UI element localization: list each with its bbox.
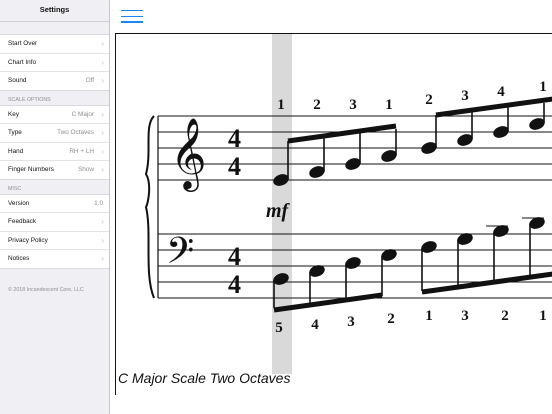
chevron-right-icon: › xyxy=(101,165,104,174)
sheet-music-view: 𝄞 𝄢 4 4 4 4 1 2 3 1 2 3 4 1 5 4 3 2 1 3 … xyxy=(115,33,552,397)
finger-number: 5 xyxy=(275,320,283,336)
settings-header: Settings xyxy=(0,0,109,22)
version-label: Version xyxy=(8,199,30,207)
finger-number: 1 xyxy=(539,79,547,95)
finger-number: 1 xyxy=(277,97,285,113)
key-label: Key xyxy=(8,110,20,118)
chart-info-row[interactable]: Chart Info › xyxy=(0,54,109,72)
finger-numbers-value: Show xyxy=(78,166,94,173)
settings-sidebar: Settings Start Over › Chart Info › Sound… xyxy=(0,0,110,414)
chart-info-label: Chart Info xyxy=(8,58,37,66)
feedback-label: Feedback xyxy=(8,218,37,225)
treble-time-sig-top: 4 xyxy=(228,124,241,153)
type-value: Two Octaves xyxy=(57,129,94,136)
finger-number: 4 xyxy=(497,84,505,100)
sound-value: Off xyxy=(85,77,94,84)
finger-number: 1 xyxy=(539,308,547,324)
chevron-right-icon: › xyxy=(101,39,104,48)
copyright-text: © 2018 Incandescent Core, LLC xyxy=(8,286,84,293)
hand-label: Hand xyxy=(8,147,24,155)
treble-staff-lines xyxy=(158,115,552,181)
chevron-right-icon: › xyxy=(101,109,104,119)
settings-title: Settings xyxy=(39,5,70,14)
sound-row[interactable]: Sound Off › xyxy=(0,72,109,90)
finger-number: 3 xyxy=(461,88,469,104)
hand-row[interactable]: Hand RH + LH › xyxy=(0,143,109,161)
finger-number: 2 xyxy=(501,308,509,324)
notices-row[interactable]: Notices › xyxy=(0,250,109,268)
key-row[interactable]: Key C Major › xyxy=(0,106,109,124)
sound-label: Sound xyxy=(8,77,27,84)
finger-number: 4 xyxy=(311,317,319,333)
chevron-right-icon: › xyxy=(101,217,104,226)
notices-label: Notices xyxy=(8,255,30,262)
bass-time-sig-top: 4 xyxy=(228,242,241,271)
dynamic-marking: mf xyxy=(266,200,291,222)
version-value: 1.0 xyxy=(94,199,103,207)
bottom-bar xyxy=(110,395,552,414)
feedback-row[interactable]: Feedback › xyxy=(0,213,109,232)
misc-group: Version 1.0 Feedback › Privacy Policy › … xyxy=(0,193,109,269)
scale-options-group: Key C Major › Type Two Octaves › Hand RH… xyxy=(0,104,109,180)
treble-clef-icon: 𝄞 xyxy=(170,116,207,192)
type-label: Type xyxy=(8,129,22,136)
chevron-right-icon: › xyxy=(101,128,104,137)
bass-notes xyxy=(273,217,552,313)
finger-number: 3 xyxy=(349,97,357,113)
bass-time-sig-bottom: 4 xyxy=(228,270,241,299)
finger-number: 3 xyxy=(461,308,469,324)
scale-options-header: SCALE OPTIONS xyxy=(8,96,51,103)
finger-numbers-row[interactable]: Finger Numbers Show › xyxy=(0,161,109,179)
finger-number: 1 xyxy=(425,308,433,324)
chevron-right-icon: › xyxy=(101,76,104,85)
bass-clef-icon: 𝄢 xyxy=(166,230,194,281)
chevron-right-icon: › xyxy=(101,57,104,67)
bass-finger-numbers: 5 4 3 2 1 3 2 1 xyxy=(275,308,547,336)
type-row[interactable]: Type Two Octaves › xyxy=(0,124,109,143)
finger-number: 2 xyxy=(387,311,395,327)
key-value: C Major xyxy=(71,110,94,118)
finger-number: 1 xyxy=(385,97,393,113)
general-settings-group: Start Over › Chart Info › Sound Off › xyxy=(0,34,109,91)
main-panel: 𝄞 𝄢 4 4 4 4 1 2 3 1 2 3 4 1 5 4 3 2 1 3 … xyxy=(110,0,552,414)
scale-caption: C Major Scale Two Octaves xyxy=(118,370,291,386)
start-over-row[interactable]: Start Over › xyxy=(0,35,109,54)
privacy-policy-row[interactable]: Privacy Policy › xyxy=(0,232,109,250)
privacy-policy-label: Privacy Policy xyxy=(8,236,48,244)
hamburger-menu-icon[interactable] xyxy=(121,10,143,24)
version-row: Version 1.0 xyxy=(0,195,109,213)
finger-number: 3 xyxy=(347,314,355,330)
chevron-right-icon: › xyxy=(101,146,104,156)
treble-time-sig-bottom: 4 xyxy=(228,152,241,181)
chevron-right-icon: › xyxy=(101,235,104,245)
music-staff-graphic: 𝄞 𝄢 4 4 4 4 1 2 3 1 2 3 4 1 5 4 3 2 1 3 … xyxy=(144,34,552,374)
finger-number: 2 xyxy=(425,92,433,108)
chevron-right-icon: › xyxy=(101,254,104,263)
misc-header: MISC xyxy=(8,185,22,192)
hand-value: RH + LH xyxy=(69,147,94,155)
start-over-label: Start Over xyxy=(8,40,38,47)
grand-staff-brace xyxy=(144,115,155,299)
finger-numbers-label: Finger Numbers xyxy=(8,166,54,173)
finger-number: 2 xyxy=(313,97,321,113)
